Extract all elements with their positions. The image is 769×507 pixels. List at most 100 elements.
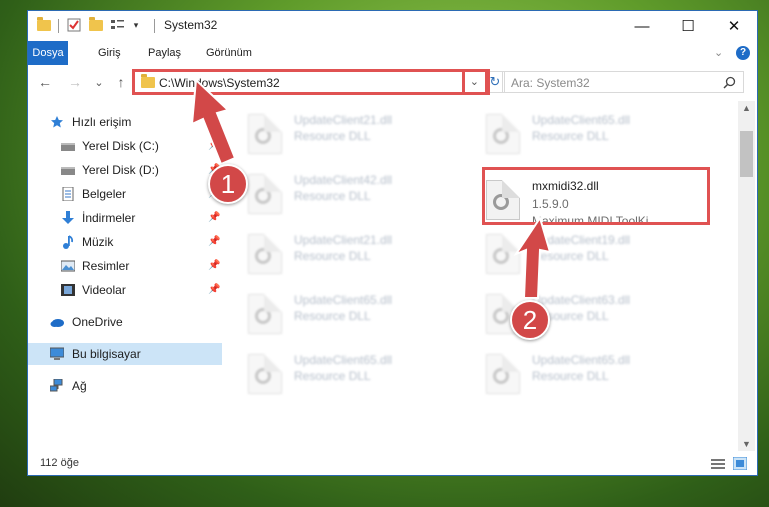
sidebar-item-label: İndirmeler — [82, 211, 136, 225]
up-button[interactable]: ↑ — [112, 73, 130, 91]
maximize-button[interactable]: ☐ — [665, 11, 711, 41]
customize-toolbar-icon[interactable]: ▾ — [128, 17, 144, 33]
drive-icon — [61, 143, 75, 151]
list-item[interactable]: UpdateClient65.dll Resource DLL — [486, 351, 706, 399]
sidebar-item-onedrive[interactable]: OneDrive — [28, 311, 222, 333]
dll-file-icon — [486, 354, 520, 394]
sidebar-item-label: Belgeler — [82, 187, 127, 201]
vertical-scrollbar[interactable]: ▲ ▼ — [738, 101, 755, 451]
large-icons-view-icon[interactable] — [733, 457, 747, 470]
search-placeholder: Ara: System32 — [511, 76, 590, 90]
scrollbar-thumb[interactable] — [740, 131, 753, 177]
file-description: Resource DLL — [532, 129, 609, 143]
sidebar-item-this-pc[interactable]: Bu bilgisayar — [28, 343, 222, 365]
file-list: UpdateClient21.dll Resource DLL UpdateCl… — [224, 101, 738, 451]
chevron-down-icon[interactable]: ⌄ — [714, 46, 723, 59]
sidebar-item-music[interactable]: Müzik 📌 — [28, 231, 222, 253]
file-description: Resource DLL — [532, 369, 609, 383]
pin-icon[interactable]: 📌 — [208, 207, 220, 229]
file-name: UpdateClient21.dll — [294, 113, 393, 127]
file-name: UpdateClient65.dll — [294, 353, 393, 367]
file-name: UpdateClient21.dll — [294, 233, 393, 247]
video-icon — [61, 284, 75, 296]
ribbon-tabs: Dosya Giriş Paylaş Görünüm ⌄ ? — [28, 41, 757, 89]
sidebar-item-local-disk-d[interactable]: Yerel Disk (D:) 📌 — [28, 159, 222, 181]
sidebar-item-label: Ağ — [72, 379, 87, 393]
tab-share[interactable]: Paylaş — [140, 41, 189, 65]
close-button[interactable]: ✕ — [711, 11, 757, 41]
file-description: Resource DLL — [294, 249, 371, 263]
dll-file-icon — [248, 354, 282, 394]
recent-locations-button[interactable]: ⌄ — [90, 73, 108, 91]
pin-icon[interactable]: 📌 — [208, 231, 220, 253]
sidebar-item-downloads[interactable]: İndirmeler 📌 — [28, 207, 222, 229]
file-name: UpdateClient65.dll — [532, 353, 631, 367]
list-item[interactable]: UpdateClient21.dll Resource DLL — [248, 231, 468, 279]
minimize-button[interactable]: — — [619, 11, 665, 41]
window-title: System32 — [164, 18, 218, 32]
file-name: UpdateClient65.dll — [532, 113, 631, 127]
details-view-icon[interactable] — [711, 458, 725, 470]
file-name: UpdateClient19.dll — [532, 233, 631, 247]
pin-icon[interactable]: 📌 — [208, 279, 220, 301]
step-badge-2: 2 — [510, 300, 550, 340]
dll-file-icon — [486, 114, 520, 154]
sidebar-item-network[interactable]: Ağ — [28, 375, 222, 397]
highlight-file-box — [482, 167, 710, 225]
sidebar-item-quick-access[interactable]: Hızlı erişim — [28, 111, 222, 133]
view-options-icon[interactable] — [110, 17, 126, 33]
pin-icon[interactable]: 📌 — [208, 255, 220, 277]
divider — [154, 19, 155, 33]
cloud-icon — [50, 319, 64, 327]
pin-icon[interactable]: 📌 — [208, 135, 220, 157]
help-icon[interactable]: ? — [736, 46, 750, 60]
highlight-address-box — [132, 69, 488, 95]
item-count: 112 öğe — [40, 457, 79, 469]
search-icon — [723, 76, 736, 89]
list-item[interactable]: UpdateClient65.dll Resource DLL — [248, 351, 468, 399]
pictures-icon — [61, 260, 75, 272]
status-bar: 112 öğe — [28, 452, 757, 475]
sidebar-item-documents[interactable]: Belgeler 📌 — [28, 183, 222, 205]
tab-view[interactable]: Görünüm — [198, 41, 260, 65]
scroll-up-icon[interactable]: ▲ — [742, 103, 751, 113]
scroll-down-icon[interactable]: ▼ — [742, 439, 751, 449]
new-folder-icon[interactable] — [88, 16, 104, 33]
sidebar-item-videos[interactable]: Videolar 📌 — [28, 279, 222, 301]
sidebar-item-label: Hızlı erişim — [72, 115, 132, 129]
back-button[interactable]: ← — [36, 73, 54, 91]
dll-file-icon — [248, 294, 282, 334]
file-description: Resource DLL — [294, 189, 371, 203]
download-icon — [62, 211, 74, 224]
list-item[interactable]: UpdateClient65.dll Resource DLL — [486, 111, 706, 159]
tab-home[interactable]: Giriş — [90, 41, 129, 65]
sidebar-item-label: Yerel Disk (C:) — [82, 139, 159, 153]
sidebar-item-label: Resimler — [82, 259, 130, 273]
step-badge-1: 1 — [208, 164, 248, 204]
dll-file-icon — [248, 114, 282, 154]
list-item[interactable]: UpdateClient19.dll Resource DLL — [486, 231, 706, 279]
list-item[interactable]: UpdateClient42.dll Resource DLL — [248, 171, 468, 219]
divider — [58, 19, 59, 33]
sidebar-item-pictures[interactable]: Resimler 📌 — [28, 255, 222, 277]
forward-button[interactable]: → — [66, 73, 84, 91]
dll-file-icon — [248, 174, 282, 214]
search-input[interactable]: Ara: System32 — [502, 71, 744, 93]
sidebar-item-label: Bu bilgisayar — [72, 347, 141, 361]
folder-icon — [36, 16, 52, 33]
dll-file-icon — [248, 234, 282, 274]
file-description: Resource DLL — [294, 369, 371, 383]
highlight-refresh-box — [462, 69, 490, 95]
file-name: UpdateClient42.dll — [294, 173, 393, 187]
file-description: Resource DLL — [294, 129, 371, 143]
star-icon — [51, 116, 63, 128]
sidebar-item-label: Müzik — [82, 235, 114, 249]
explorer-window: ▾ System32 — ☐ ✕ Dosya Giriş Paylaş Görü… — [27, 10, 758, 476]
computer-icon — [50, 347, 64, 360]
properties-icon[interactable] — [66, 17, 82, 33]
sidebar-item-local-disk-c[interactable]: Yerel Disk (C:) 📌 — [28, 135, 222, 157]
sidebar-item-label: Videolar — [82, 283, 126, 297]
list-item[interactable]: UpdateClient21.dll Resource DLL — [248, 111, 468, 159]
list-item[interactable]: UpdateClient65.dll Resource DLL — [248, 291, 468, 339]
file-name: UpdateClient63.dll — [532, 293, 631, 307]
